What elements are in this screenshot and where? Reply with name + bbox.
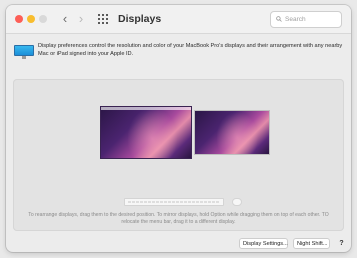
search-input[interactable]	[285, 12, 339, 27]
search-field[interactable]	[270, 11, 342, 28]
arrangement-hint: To rearrange displays, drag them to the …	[28, 212, 329, 225]
menu-bar-indicator[interactable]	[101, 107, 191, 110]
search-icon	[276, 16, 282, 22]
back-button[interactable]: ‹	[58, 11, 72, 27]
night-shift-button[interactable]: Night Shift...	[293, 238, 330, 249]
title-bar: ‹ › Displays	[6, 5, 351, 34]
mouse-icon	[232, 198, 242, 206]
grid-icon[interactable]	[98, 14, 110, 24]
close-button[interactable]	[15, 15, 23, 23]
display-arrangement-area[interactable]: To rearrange displays, drag them to the …	[13, 79, 344, 231]
window-title: Displays	[118, 13, 162, 25]
forward-button[interactable]: ›	[74, 11, 88, 27]
displays-window: ‹ › Displays Display preferences control…	[6, 5, 351, 252]
help-button[interactable]: ?	[336, 238, 347, 249]
display-thumbnail-primary[interactable]	[100, 106, 192, 159]
zoom-button[interactable]	[39, 15, 47, 23]
display-settings-button[interactable]: Display Settings...	[239, 238, 288, 249]
displays-pref-icon	[14, 45, 34, 60]
minimize-button[interactable]	[27, 15, 35, 23]
display-thumbnail-secondary[interactable]	[194, 110, 270, 155]
keyboard-icon	[124, 198, 224, 206]
description-text: Display preferences control the resoluti…	[38, 43, 343, 57]
